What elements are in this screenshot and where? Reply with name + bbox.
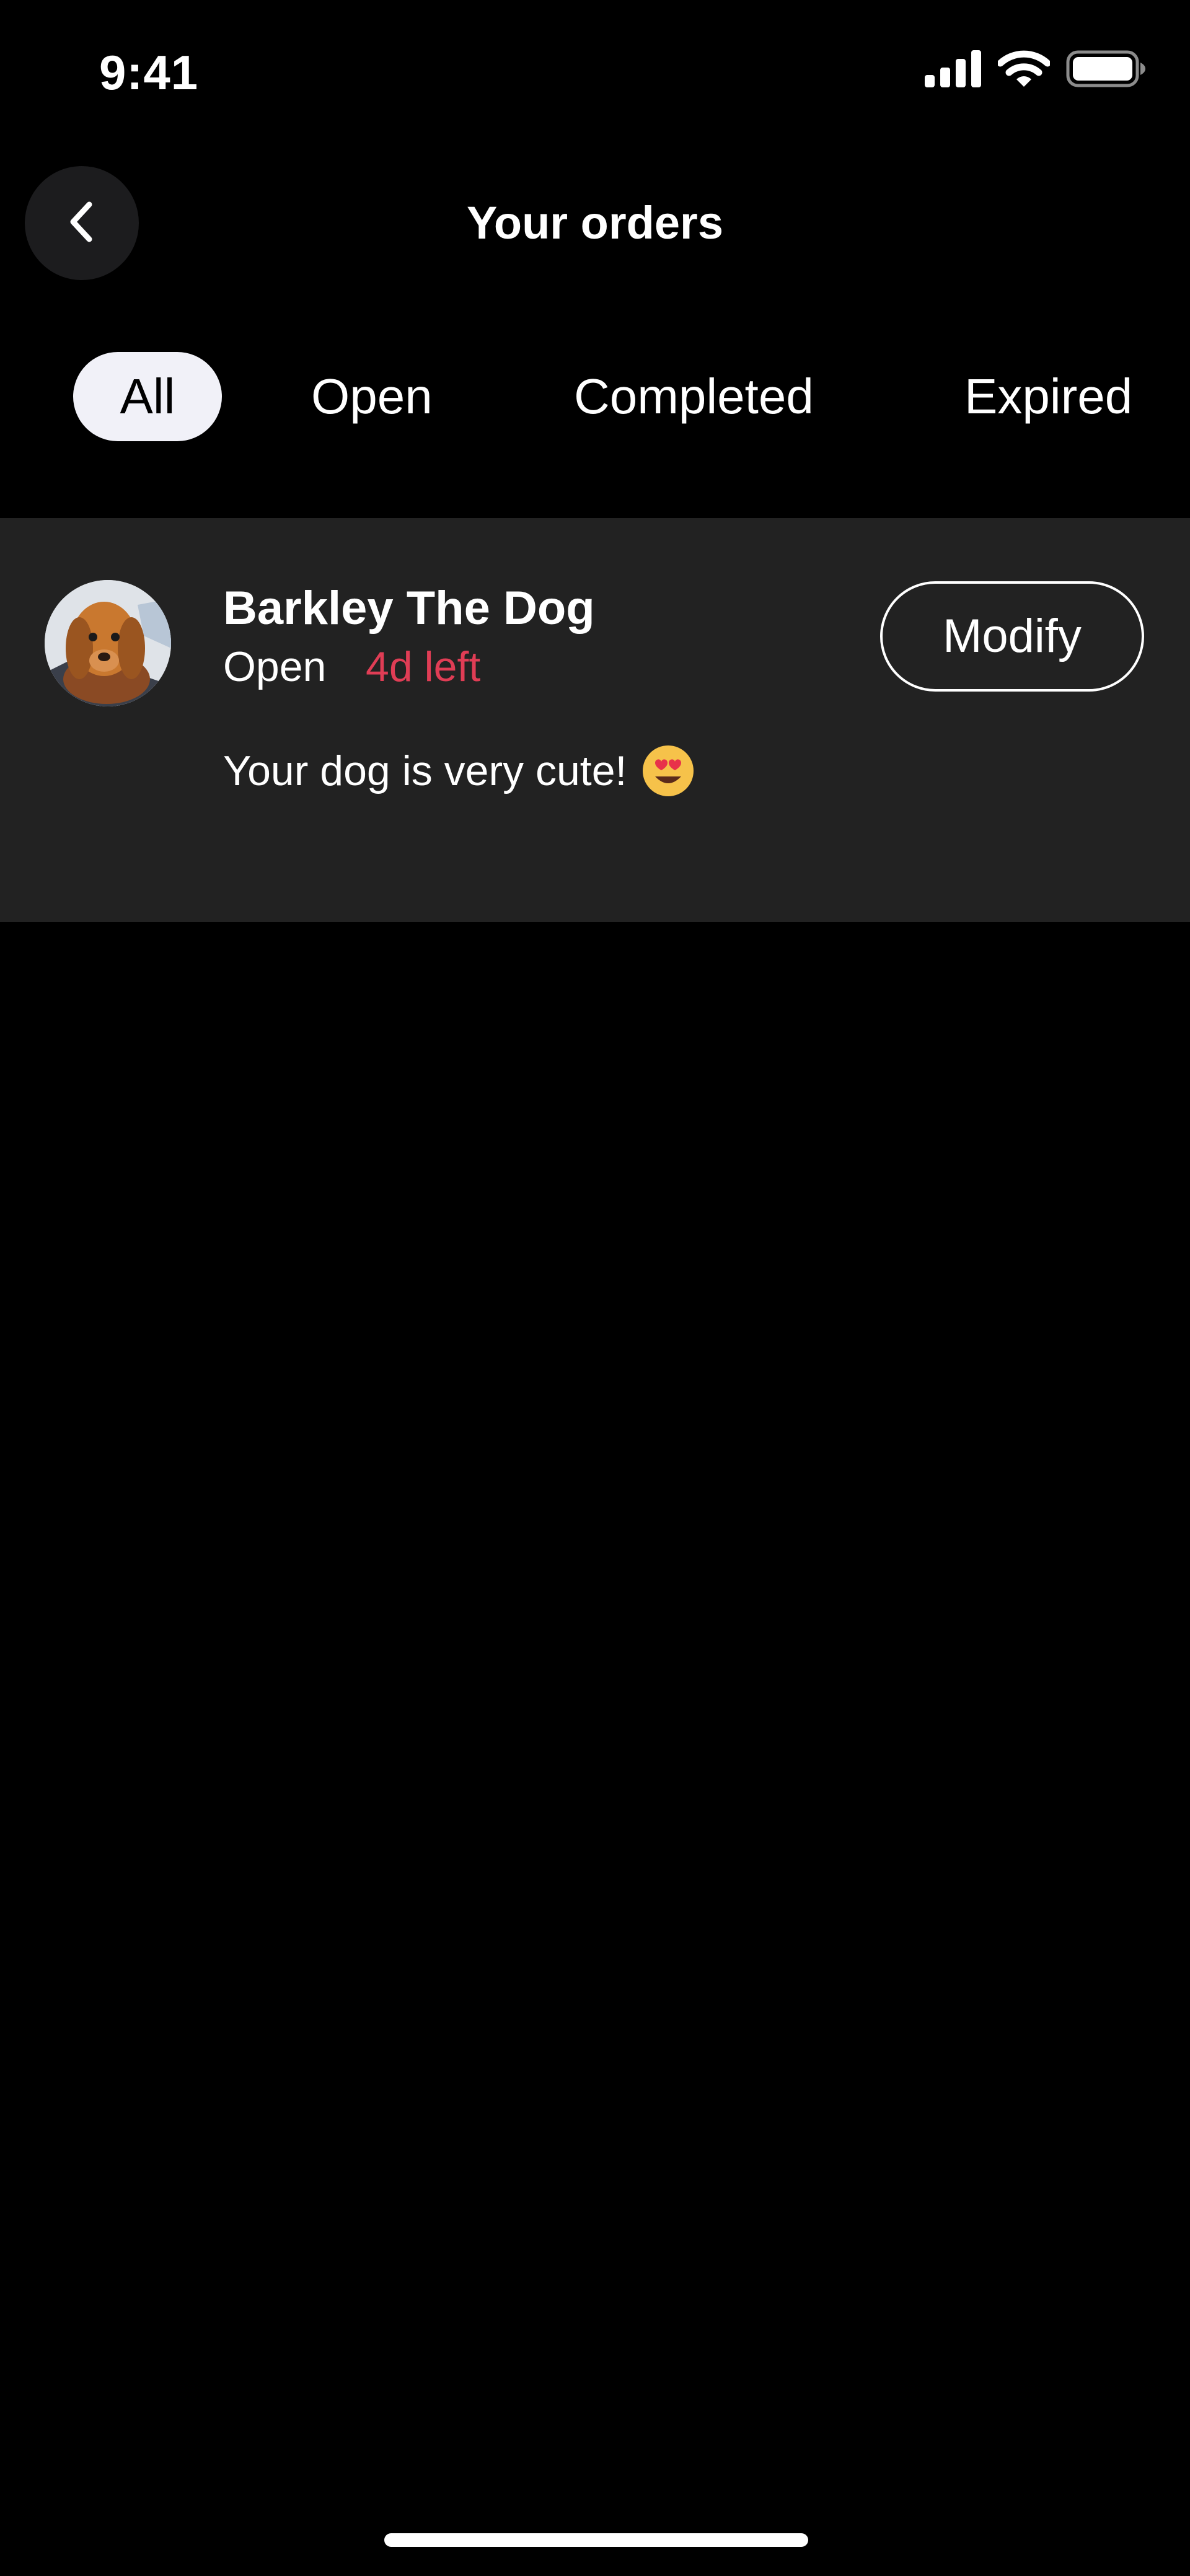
chevron-left-icon — [64, 200, 99, 247]
status-bar: 9:41 — [0, 0, 1190, 143]
order-message: Your dog is very cute! — [223, 740, 695, 802]
order-time-left: 4d left — [366, 643, 481, 690]
order-card[interactable]: Barkley The Dog Open 4d left Your dog is… — [0, 518, 1190, 922]
page-title: Your orders — [467, 197, 723, 248]
status-icons — [925, 50, 1145, 91]
tab-all[interactable]: All — [73, 352, 222, 441]
home-indicator — [384, 2533, 808, 2547]
order-message-text: Your dog is very cute! — [223, 747, 627, 794]
modify-button[interactable]: Modify — [880, 581, 1144, 692]
tab-expired[interactable]: Expired — [964, 352, 1132, 441]
filter-tabs: All Open Completed Expired — [0, 352, 1190, 441]
tab-open[interactable]: Open — [311, 352, 433, 441]
back-button[interactable] — [25, 166, 139, 280]
heart-eyes-emoji-icon — [641, 744, 695, 798]
header: Your orders — [0, 161, 1190, 285]
avatar — [45, 580, 171, 706]
signal-icon — [925, 50, 982, 90]
battery-icon — [1066, 50, 1145, 90]
order-name: Barkley The Dog — [223, 582, 595, 635]
tab-completed[interactable]: Completed — [574, 352, 814, 441]
status-time: 9:41 — [99, 45, 199, 100]
order-status: Open — [223, 643, 327, 690]
wifi-icon — [997, 50, 1051, 91]
